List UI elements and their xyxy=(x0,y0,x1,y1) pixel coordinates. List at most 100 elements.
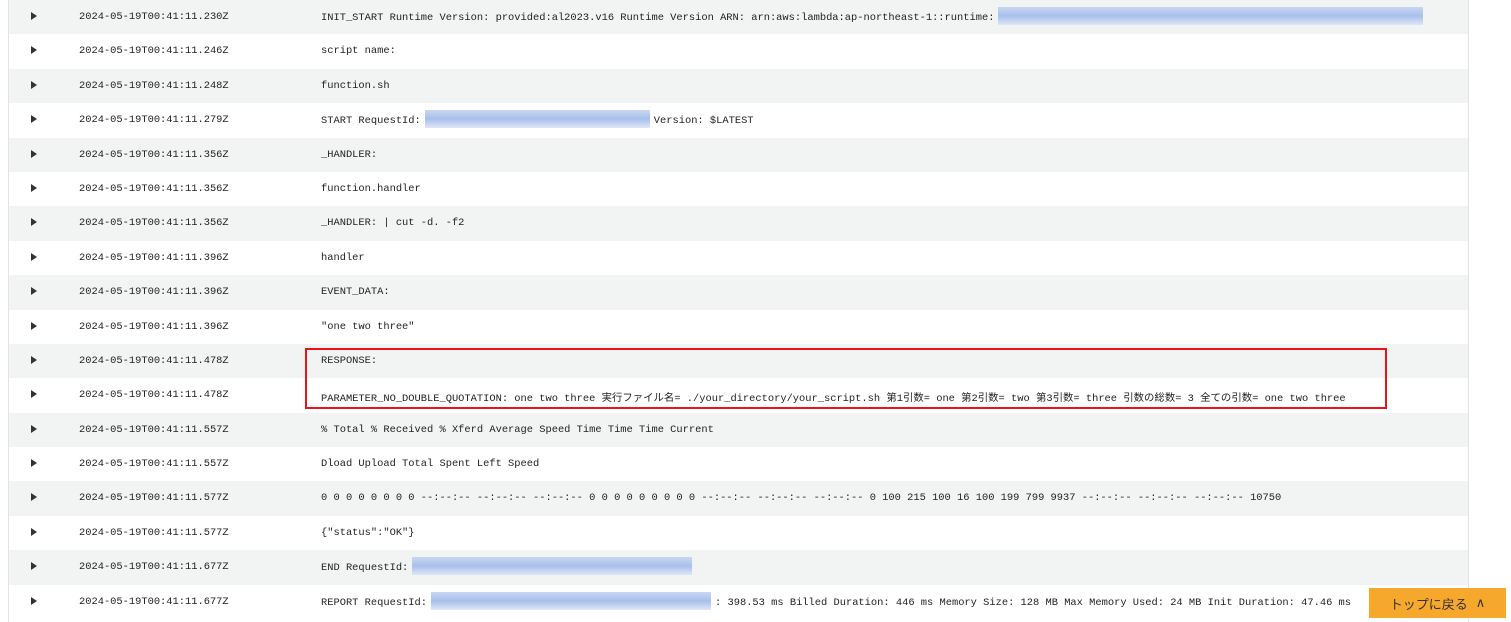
message-text: REPORT RequestId: xyxy=(321,596,428,609)
timestamp: 2024-05-19T00:41:11.577Z xyxy=(79,492,229,505)
timestamp: 2024-05-19T00:41:11.478Z xyxy=(79,354,229,367)
timestamp: 2024-05-19T00:41:11.230Z xyxy=(79,11,229,23)
message-text: RESPONSE: xyxy=(321,354,378,367)
message-suffix: Version: $LATEST xyxy=(653,115,754,128)
timestamp: 2024-05-19T00:41:11.557Z xyxy=(79,423,229,436)
message-text: % Total % Received % Xferd Average Speed… xyxy=(321,423,714,436)
expand-arrow-icon[interactable] xyxy=(31,424,37,433)
message-text: PARAMETER_NO_DOUBLE_QUOTATION: one two t… xyxy=(321,393,1346,406)
message-text: handler xyxy=(321,251,365,264)
timestamp: 2024-05-19T00:41:11.246Z xyxy=(79,45,229,58)
log-message: Dload Upload Total Spent Left Speed xyxy=(321,458,539,470)
expand-arrow-icon[interactable] xyxy=(31,493,37,502)
log-message: {"status":"OK"} xyxy=(321,527,415,539)
message-suffix: : 398.53 ms Billed Duration: 446 ms Memo… xyxy=(715,596,1352,609)
timestamp: 2024-05-19T00:41:11.356Z xyxy=(79,217,229,230)
message-text: _HANDLER: | cut -d. -f2 xyxy=(321,217,465,230)
log-message: REPORT RequestId: : 398.53 ms Billed Dura… xyxy=(321,591,1352,610)
timestamp: 2024-05-19T00:41:11.557Z xyxy=(79,458,229,471)
message-text: {"status":"OK"} xyxy=(321,526,415,539)
back-to-top-button[interactable]: トップに戻る ∧ xyxy=(1369,588,1506,618)
log-message: INIT_START Runtime Version: provided:al2… xyxy=(321,7,1427,25)
timestamp: 2024-05-19T00:41:11.248Z xyxy=(79,79,229,92)
expand-arrow-icon[interactable] xyxy=(31,46,37,55)
log-row[interactable]: 2024-05-19T00:41:11.279Z START RequestId… xyxy=(9,103,1468,137)
log-row[interactable]: 2024-05-19T00:41:11.396Z EVENT_DATA: xyxy=(9,275,1468,310)
log-row[interactable]: 2024-05-19T00:41:11.356Z _HANDLER: xyxy=(9,137,1468,172)
back-to-top-label: トップに戻る xyxy=(1389,597,1468,613)
log-events-table: 2024-05-19T00:41:11.230Z INIT_START Runt… xyxy=(8,0,1469,622)
log-message: % Total % Received % Xferd Average Speed… xyxy=(321,424,714,436)
redacted-region xyxy=(424,110,650,129)
log-message: script name: xyxy=(321,45,396,57)
timestamp: 2024-05-19T00:41:11.279Z xyxy=(79,114,229,127)
log-row[interactable]: 2024-05-19T00:41:11.396Z handler xyxy=(9,241,1468,275)
expand-arrow-icon[interactable] xyxy=(31,12,37,20)
log-row[interactable]: 2024-05-19T00:41:11.230Z INIT_START Runt… xyxy=(9,0,1468,35)
message-text: START RequestId: xyxy=(321,115,421,128)
expand-arrow-icon[interactable] xyxy=(31,355,37,364)
redacted-region xyxy=(412,557,693,576)
log-row[interactable]: 2024-05-19T00:41:11.396Z "one two three" xyxy=(9,310,1468,344)
redacted-region xyxy=(998,7,1424,25)
expand-arrow-icon[interactable] xyxy=(31,80,37,89)
expand-arrow-icon[interactable] xyxy=(31,459,37,468)
expand-arrow-icon[interactable] xyxy=(31,183,37,192)
log-message: _HANDLER: | cut -d. -f2 xyxy=(321,217,464,229)
log-row[interactable]: 2024-05-19T00:41:11.557Z Dload Upload To… xyxy=(9,447,1468,481)
message-text: script name: xyxy=(321,45,396,58)
log-message: "one two three" xyxy=(321,321,415,333)
message-text: EVENT_DATA: xyxy=(321,286,390,299)
message-text: "one two three" xyxy=(321,320,415,333)
log-row[interactable]: 2024-05-19T00:41:11.246Z script name: xyxy=(9,34,1468,68)
log-message: START RequestId: Version: $LATEST xyxy=(321,110,754,129)
log-message: function.handler xyxy=(321,183,421,195)
timestamp: 2024-05-19T00:41:11.396Z xyxy=(79,251,229,264)
expand-arrow-icon[interactable] xyxy=(31,218,37,227)
log-message: 0 0 0 0 0 0 0 0 --:--:-- --:--:-- --:--:… xyxy=(321,492,1281,504)
log-message: EVENT_DATA: xyxy=(321,286,390,298)
timestamp: 2024-05-19T00:41:11.677Z xyxy=(79,561,229,574)
timestamp: 2024-05-19T00:41:11.396Z xyxy=(79,286,229,299)
timestamp: 2024-05-19T00:41:11.396Z xyxy=(79,320,229,333)
log-row[interactable]: 2024-05-19T00:41:11.677Z END RequestId: xyxy=(9,550,1468,585)
expand-arrow-icon[interactable] xyxy=(31,321,37,330)
log-row[interactable]: 2024-05-19T00:41:11.478Z PARAMETER_NO_DO… xyxy=(9,378,1468,412)
log-row[interactable]: 2024-05-19T00:41:11.577Z 0 0 0 0 0 0 0 0… xyxy=(9,481,1468,516)
log-row[interactable]: 2024-05-19T00:41:11.478Z RESPONSE: xyxy=(9,343,1468,379)
log-message: PARAMETER_NO_DOUBLE_QUOTATION: one two t… xyxy=(321,389,1346,405)
log-row[interactable]: 2024-05-19T00:41:11.677Z REPORT RequestI… xyxy=(9,585,1468,619)
expand-arrow-icon[interactable] xyxy=(31,287,37,296)
message-text: INIT_START Runtime Version: provided:al2… xyxy=(321,12,995,24)
timestamp: 2024-05-19T00:41:11.677Z xyxy=(79,595,229,608)
timestamp: 2024-05-19T00:41:11.356Z xyxy=(79,182,229,195)
chevron-up-icon: ∧ xyxy=(1475,595,1486,611)
log-row[interactable]: 2024-05-19T00:41:11.248Z function.sh xyxy=(9,68,1468,104)
message-text: _HANDLER: xyxy=(321,148,378,161)
log-message: function.sh xyxy=(321,80,390,92)
expand-arrow-icon[interactable] xyxy=(31,390,37,399)
message-text: function.handler xyxy=(321,182,421,195)
timestamp: 2024-05-19T00:41:11.577Z xyxy=(79,526,229,539)
log-row[interactable]: 2024-05-19T00:41:11.577Z {"status":"OK"} xyxy=(9,516,1468,550)
log-message: END RequestId: xyxy=(321,557,696,576)
message-text: END RequestId: xyxy=(321,562,409,575)
log-message: RESPONSE: xyxy=(321,355,377,367)
expand-arrow-icon[interactable] xyxy=(31,562,37,571)
expand-arrow-icon[interactable] xyxy=(31,149,37,158)
expand-arrow-icon[interactable] xyxy=(31,115,37,124)
log-row[interactable]: 2024-05-19T00:41:11.557Z % Total % Recei… xyxy=(9,412,1468,448)
expand-arrow-icon[interactable] xyxy=(31,596,37,605)
expand-arrow-icon[interactable] xyxy=(31,252,37,261)
message-text: 0 0 0 0 0 0 0 0 --:--:-- --:--:-- --:--:… xyxy=(321,492,1282,505)
log-message: handler xyxy=(321,252,365,264)
log-message: _HANDLER: xyxy=(321,149,377,161)
redacted-region xyxy=(431,591,712,610)
log-row[interactable]: 2024-05-19T00:41:11.356Z _HANDLER: | cut… xyxy=(9,206,1468,241)
timestamp: 2024-05-19T00:41:11.356Z xyxy=(79,148,229,161)
log-row[interactable]: 2024-05-19T00:41:11.356Z function.handle… xyxy=(9,172,1468,206)
message-text: Dload Upload Total Spent Left Speed xyxy=(321,458,540,471)
expand-arrow-icon[interactable] xyxy=(31,527,37,536)
timestamp: 2024-05-19T00:41:11.478Z xyxy=(79,389,229,402)
message-text: function.sh xyxy=(321,79,390,92)
